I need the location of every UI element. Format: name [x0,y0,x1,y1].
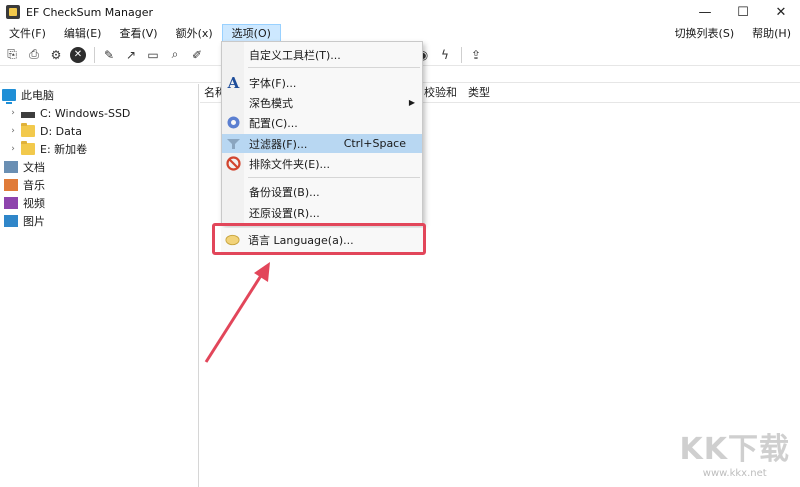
annotation-arrow [204,262,270,363]
watermark-logo: KK下载 [679,432,790,467]
watermark-url: www.kkx.net [702,468,767,479]
watermark: KK下载 www.kkx.net [680,424,791,479]
